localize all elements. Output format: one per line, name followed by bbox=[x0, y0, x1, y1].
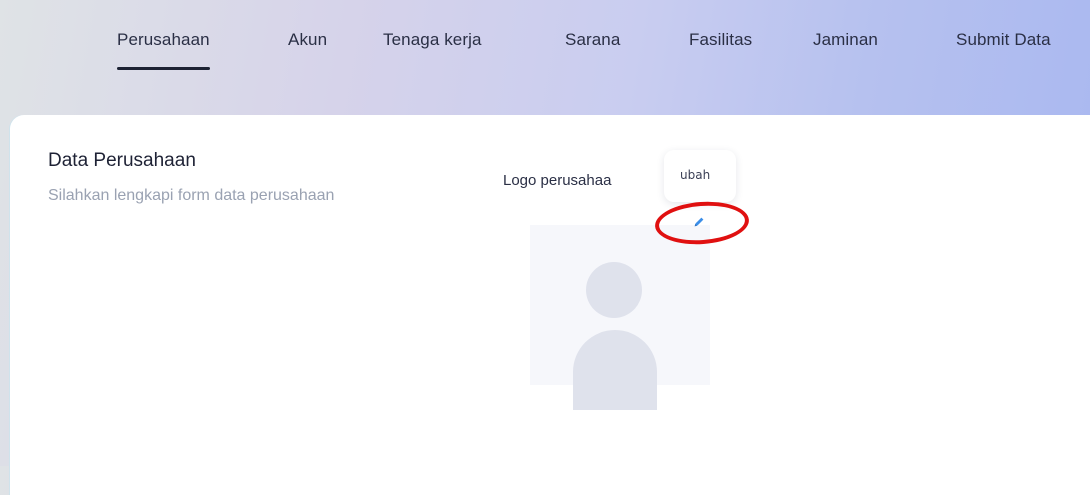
tab-sarana[interactable]: Sarana bbox=[565, 30, 620, 50]
logo-placeholder[interactable] bbox=[530, 225, 710, 410]
tab-bar: Perusahaan Akun Tenaga kerja Sarana Fasi… bbox=[0, 30, 1090, 90]
tab-submit-data[interactable]: Submit Data bbox=[956, 30, 1051, 50]
avatar-head bbox=[586, 262, 642, 318]
tab-fasilitas[interactable]: Fasilitas bbox=[689, 30, 752, 50]
edit-logo-button[interactable] bbox=[677, 210, 721, 238]
tab-perusahaan[interactable]: Perusahaan bbox=[117, 30, 210, 70]
tab-tenaga-kerja[interactable]: Tenaga kerja bbox=[383, 30, 482, 50]
page-subtitle: Silahkan lengkapi form data perusahaan bbox=[48, 187, 335, 204]
page-title: Data Perusahaan bbox=[48, 150, 196, 171]
tooltip-text: ubah bbox=[680, 168, 711, 182]
edit-tooltip: ubah bbox=[664, 150, 736, 202]
tab-jaminan[interactable]: Jaminan bbox=[813, 30, 878, 50]
logo-label: Logo perusahaa bbox=[503, 172, 612, 189]
pencil-icon bbox=[692, 215, 706, 234]
top-navigation: Perusahaan Akun Tenaga kerja Sarana Fasi… bbox=[0, 0, 1090, 125]
tab-akun[interactable]: Akun bbox=[288, 30, 327, 50]
avatar-body bbox=[573, 330, 657, 410]
